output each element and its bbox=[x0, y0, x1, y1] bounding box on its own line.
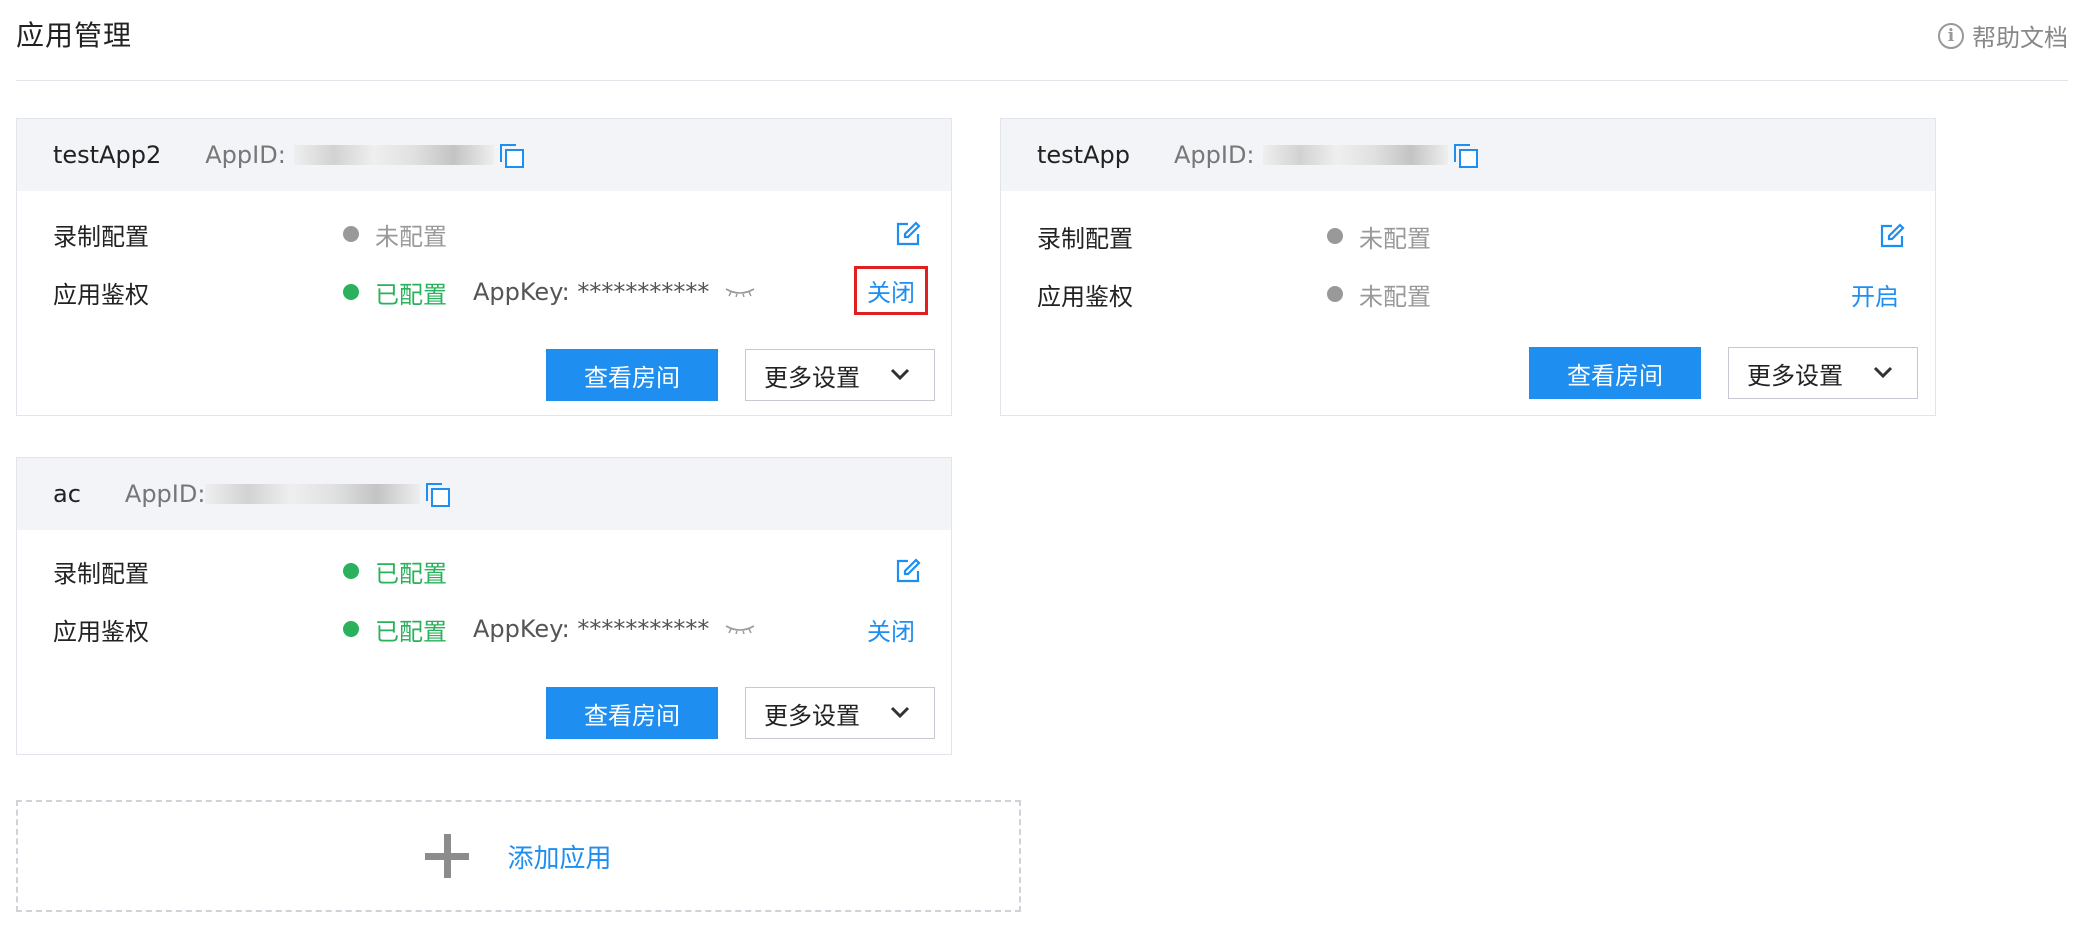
app-card-header: testApp2 AppID: bbox=[17, 119, 951, 191]
app-auth-status: 已配置 bbox=[375, 617, 447, 646]
help-docs-link[interactable]: i 帮助文档 bbox=[1938, 18, 2068, 53]
app-card-header: testApp AppID: bbox=[1001, 119, 1935, 191]
auth-toggle-link[interactable]: 关闭 bbox=[854, 266, 928, 315]
appid: AppID: bbox=[1173, 141, 1478, 169]
appid-masked-value bbox=[205, 484, 421, 504]
page-title: 应用管理 bbox=[16, 19, 133, 52]
appid: AppID: bbox=[124, 480, 451, 508]
app-auth-status: 未配置 bbox=[1359, 282, 1431, 311]
auth-toggle-link[interactable]: 关闭 bbox=[867, 612, 915, 647]
app-auth-status: 已配置 bbox=[375, 280, 447, 309]
view-rooms-button[interactable]: 查看房间 bbox=[1529, 347, 1701, 399]
view-rooms-button[interactable]: 查看房间 bbox=[546, 687, 718, 739]
chevron-down-icon bbox=[890, 706, 910, 719]
eye-closed-icon[interactable] bbox=[725, 624, 755, 634]
record-config-label: 录制配置 bbox=[53, 222, 149, 251]
app-card-header: ac AppID: bbox=[17, 458, 951, 530]
edit-icon[interactable] bbox=[895, 558, 921, 584]
appid-label: AppID: bbox=[1173, 141, 1255, 169]
record-config-status: 已配置 bbox=[375, 559, 447, 588]
more-settings-dropdown[interactable]: 更多设置 bbox=[1728, 347, 1918, 399]
add-app-label: 添加应用 bbox=[507, 843, 612, 874]
info-icon: i bbox=[1938, 22, 1964, 49]
app-auth-row: 应用鉴权 已配置 AppKey: *********** 关闭 bbox=[53, 612, 951, 646]
record-config-row: 录制配置 未配置 bbox=[53, 217, 951, 251]
appid-label: AppID: bbox=[124, 480, 206, 508]
app-card-testApp: testApp AppID: 录制配置 未配置 应用鉴权 未配置 开启 查看房间… bbox=[1000, 118, 1936, 416]
app-auth-row: 应用鉴权 未配置 开启 bbox=[1037, 277, 1935, 311]
appkey-masked: AppKey: *********** bbox=[473, 278, 710, 306]
status-dot bbox=[1327, 228, 1343, 244]
record-config-row: 录制配置 已配置 bbox=[53, 554, 951, 588]
app-auth-label: 应用鉴权 bbox=[1037, 282, 1133, 311]
record-config-status: 未配置 bbox=[375, 222, 447, 251]
app-name: ac bbox=[53, 480, 81, 508]
more-settings-dropdown[interactable]: 更多设置 bbox=[745, 687, 935, 739]
copy-icon[interactable] bbox=[426, 483, 451, 507]
appid: AppID: bbox=[205, 141, 524, 169]
more-settings-dropdown[interactable]: 更多设置 bbox=[745, 349, 935, 401]
chevron-down-icon bbox=[890, 368, 910, 381]
plus-icon bbox=[425, 834, 470, 878]
status-dot bbox=[343, 284, 359, 300]
add-app-button[interactable]: 添加应用 bbox=[16, 800, 1021, 912]
edit-icon[interactable] bbox=[1879, 223, 1905, 249]
app-auth-label: 应用鉴权 bbox=[53, 280, 149, 309]
status-dot bbox=[1327, 286, 1343, 302]
copy-icon[interactable] bbox=[499, 144, 524, 168]
status-dot bbox=[343, 621, 359, 637]
appid-masked-value bbox=[293, 145, 494, 165]
app-auth-row: 应用鉴权 已配置 AppKey: *********** 关闭 bbox=[53, 266, 951, 315]
record-config-label: 录制配置 bbox=[1037, 224, 1133, 253]
more-settings-label: 更多设置 bbox=[1747, 361, 1843, 390]
app-auth-label: 应用鉴权 bbox=[53, 617, 149, 646]
app-name: testApp bbox=[1037, 141, 1130, 169]
app-card-ac: ac AppID: 录制配置 已配置 应用鉴权 已配置 AppKey: ****… bbox=[16, 457, 952, 755]
app-card-testApp2: testApp2 AppID: 录制配置 未配置 应用鉴权 已配置 AppKey… bbox=[16, 118, 952, 416]
appkey-masked: AppKey: *********** bbox=[473, 615, 710, 643]
view-rooms-button[interactable]: 查看房间 bbox=[546, 349, 718, 401]
auth-toggle-link[interactable]: 开启 bbox=[1851, 277, 1899, 312]
more-settings-label: 更多设置 bbox=[764, 701, 860, 730]
status-dot bbox=[343, 226, 359, 242]
copy-icon[interactable] bbox=[1453, 144, 1478, 168]
chevron-down-icon bbox=[1873, 366, 1893, 379]
status-dot bbox=[343, 563, 359, 579]
appid-masked-value bbox=[1262, 145, 1448, 165]
header-divider bbox=[16, 80, 2068, 81]
edit-icon[interactable] bbox=[895, 221, 921, 247]
record-config-label: 录制配置 bbox=[53, 559, 149, 588]
app-name: testApp2 bbox=[53, 141, 162, 169]
appid-label: AppID: bbox=[205, 141, 286, 169]
record-config-status: 未配置 bbox=[1359, 224, 1431, 253]
record-config-row: 录制配置 未配置 bbox=[1037, 219, 1935, 253]
eye-closed-icon[interactable] bbox=[725, 287, 755, 297]
help-docs-label: 帮助文档 bbox=[1972, 24, 2068, 52]
more-settings-label: 更多设置 bbox=[764, 363, 860, 392]
